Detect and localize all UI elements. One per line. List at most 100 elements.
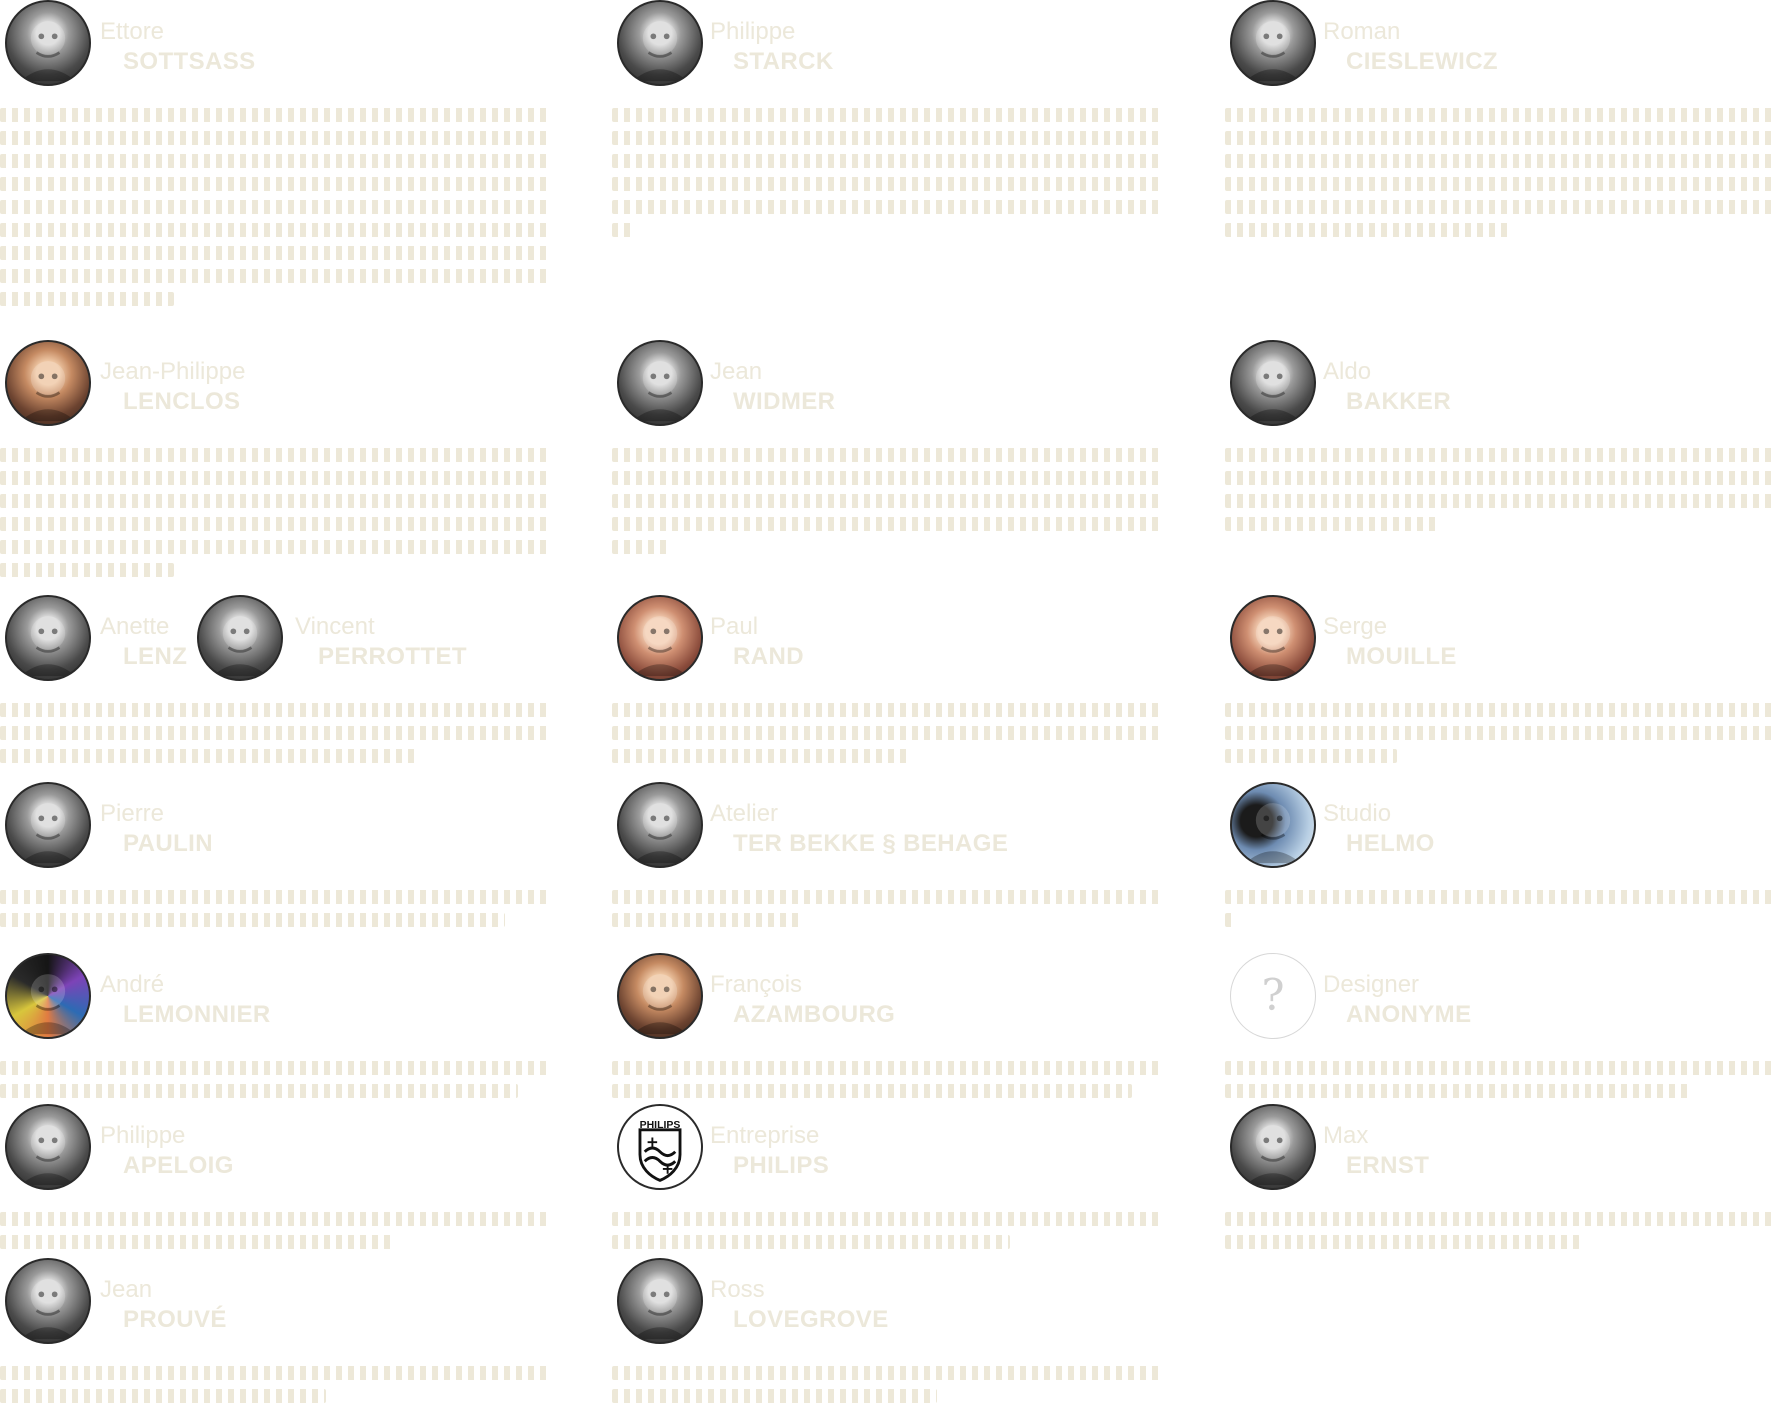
dotted-line bbox=[612, 131, 1160, 145]
designer-name[interactable]: Jean-Philippe LENCLOS bbox=[100, 357, 245, 417]
portrait-icon[interactable] bbox=[617, 595, 703, 681]
designer-name[interactable]: Designer ANONYME bbox=[1323, 970, 1471, 1030]
designer-header: Paul RAND bbox=[612, 595, 1160, 685]
first-name: Atelier bbox=[710, 800, 779, 827]
portrait-icon[interactable] bbox=[1230, 1104, 1316, 1190]
designer-card[interactable]: PHILIPS Entreprise PHILIPS bbox=[612, 1104, 1160, 1249]
dotted-info-block bbox=[612, 1212, 1160, 1258]
designer-card[interactable]: François AZAMBOURG bbox=[612, 953, 1160, 1098]
dotted-info-block bbox=[612, 448, 1160, 563]
designer-name[interactable]: Atelier TER BEKKE § BEHAGE bbox=[710, 799, 1008, 859]
portrait-icon[interactable] bbox=[1230, 0, 1316, 86]
svg-text:?: ? bbox=[1261, 971, 1284, 1021]
dotted-line bbox=[0, 131, 548, 145]
designer-name[interactable]: Roman CIESLEWICZ bbox=[1323, 17, 1498, 77]
dotted-line bbox=[0, 448, 548, 462]
last-name: LENZ bbox=[123, 643, 188, 670]
designer-card[interactable]: Philippe STARCK bbox=[612, 0, 1160, 237]
portrait-icon[interactable] bbox=[5, 595, 91, 681]
designer-card[interactable]: Serge MOUILLE bbox=[1225, 595, 1773, 763]
portrait-icon[interactable] bbox=[617, 1258, 703, 1344]
dotted-line bbox=[612, 1084, 1132, 1098]
designer-card[interactable]: Max ERNST bbox=[1225, 1104, 1773, 1249]
designer-card[interactable]: Jean WIDMER bbox=[612, 340, 1160, 554]
dotted-line bbox=[0, 1061, 548, 1075]
designer-name[interactable]: Max ERNST bbox=[1323, 1121, 1429, 1181]
portrait-icon[interactable] bbox=[617, 953, 703, 1039]
portrait-icon[interactable] bbox=[1230, 340, 1316, 426]
designer-name[interactable]: Ross LOVEGROVE bbox=[710, 1275, 889, 1335]
designer-header: Jean WIDMER bbox=[612, 340, 1160, 430]
portrait-icon[interactable] bbox=[617, 782, 703, 868]
portrait-icon[interactable] bbox=[1230, 595, 1316, 681]
svg-text:PHILIPS: PHILIPS bbox=[640, 1120, 681, 1131]
designer-name[interactable]: Philippe STARCK bbox=[710, 17, 834, 77]
designer-name[interactable]: Serge MOUILLE bbox=[1323, 612, 1457, 672]
first-name: Serge bbox=[1323, 613, 1388, 640]
designer-card[interactable]: Philippe APELOIG bbox=[0, 1104, 548, 1249]
first-name: Max bbox=[1323, 1122, 1369, 1149]
designer-card[interactable]: Ettore SOTTSASS bbox=[0, 0, 548, 306]
designer-name[interactable]: Ettore SOTTSASS bbox=[100, 17, 256, 77]
designer-name[interactable]: Anette LENZ bbox=[100, 612, 187, 672]
portrait-icon[interactable] bbox=[5, 340, 91, 426]
designer-name[interactable]: André LEMONNIER bbox=[100, 970, 271, 1030]
portrait-icon[interactable] bbox=[5, 782, 91, 868]
designer-name[interactable]: Jean PROUVÉ bbox=[100, 1275, 227, 1335]
designer-name[interactable]: Entreprise PHILIPS bbox=[710, 1121, 829, 1181]
dotted-line bbox=[612, 517, 1160, 531]
portrait-icon[interactable] bbox=[5, 953, 91, 1039]
designer-card[interactable]: Atelier TER BEKKE § BEHAGE bbox=[612, 782, 1160, 927]
portrait-icon[interactable] bbox=[1230, 782, 1316, 868]
dotted-line bbox=[612, 726, 1160, 740]
last-name: HELMO bbox=[1346, 830, 1435, 857]
dotted-info-block bbox=[612, 890, 1160, 936]
portrait-icon[interactable] bbox=[197, 595, 283, 681]
question-mark-icon[interactable]: ? bbox=[1230, 953, 1316, 1039]
last-name: TER BEKKE § BEHAGE bbox=[733, 830, 1009, 857]
designer-header: ? Designer ANONYME bbox=[1225, 953, 1773, 1043]
dotted-info-block bbox=[0, 448, 548, 586]
dotted-line bbox=[0, 540, 548, 554]
designer-card[interactable]: Jean-Philippe LENCLOS bbox=[0, 340, 548, 577]
portrait-icon[interactable] bbox=[617, 0, 703, 86]
portrait-icon[interactable] bbox=[5, 1104, 91, 1190]
last-name: AZAMBOURG bbox=[733, 1001, 896, 1028]
designer-name[interactable]: Studio HELMO bbox=[1323, 799, 1435, 859]
designer-card[interactable]: Studio HELMO bbox=[1225, 782, 1773, 927]
designer-name[interactable]: Pierre PAULIN bbox=[100, 799, 213, 859]
designer-card[interactable]: Jean PROUVÉ bbox=[0, 1258, 548, 1403]
designer-card[interactable]: Paul RAND bbox=[612, 595, 1160, 763]
designer-name-secondary[interactable]: Vincent PERROTTET bbox=[295, 612, 467, 672]
philips-shield-icon[interactable]: PHILIPS bbox=[617, 1104, 703, 1190]
dotted-line bbox=[0, 726, 548, 740]
designer-name[interactable]: François AZAMBOURG bbox=[710, 970, 895, 1030]
designer-card[interactable]: ? Designer ANONYME bbox=[1225, 953, 1773, 1098]
designer-header: Jean PROUVÉ bbox=[0, 1258, 548, 1348]
designer-name[interactable]: Aldo BAKKER bbox=[1323, 357, 1451, 417]
designer-header: PHILIPS Entreprise PHILIPS bbox=[612, 1104, 1160, 1194]
last-name: MOUILLE bbox=[1346, 643, 1457, 670]
designer-name[interactable]: Philippe APELOIG bbox=[100, 1121, 234, 1181]
dotted-line bbox=[1225, 177, 1773, 191]
dotted-info-block bbox=[0, 1366, 548, 1412]
last-name: PAULIN bbox=[123, 830, 213, 857]
designer-card[interactable]: Anette LENZ Vincent PERROTTET bbox=[0, 595, 548, 763]
dotted-line bbox=[0, 1366, 548, 1380]
portrait-icon[interactable] bbox=[5, 1258, 91, 1344]
designer-name[interactable]: Paul RAND bbox=[710, 612, 804, 672]
first-name: Vincent bbox=[295, 613, 375, 640]
dotted-line bbox=[0, 108, 548, 122]
designer-card[interactable]: André LEMONNIER bbox=[0, 953, 548, 1098]
designer-card[interactable]: Aldo BAKKER bbox=[1225, 340, 1773, 531]
portrait-icon[interactable] bbox=[5, 0, 91, 86]
designer-name[interactable]: Jean WIDMER bbox=[710, 357, 835, 417]
designer-header: Ettore SOTTSASS bbox=[0, 0, 548, 90]
last-name: LENCLOS bbox=[123, 388, 241, 415]
designer-card[interactable]: Pierre PAULIN bbox=[0, 782, 548, 927]
designer-card[interactable]: Roman CIESLEWICZ bbox=[1225, 0, 1773, 237]
designer-header: Roman CIESLEWICZ bbox=[1225, 0, 1773, 90]
designer-header: Jean-Philippe LENCLOS bbox=[0, 340, 548, 430]
designer-card[interactable]: Ross LOVEGROVE bbox=[612, 1258, 1160, 1403]
portrait-icon[interactable] bbox=[617, 340, 703, 426]
